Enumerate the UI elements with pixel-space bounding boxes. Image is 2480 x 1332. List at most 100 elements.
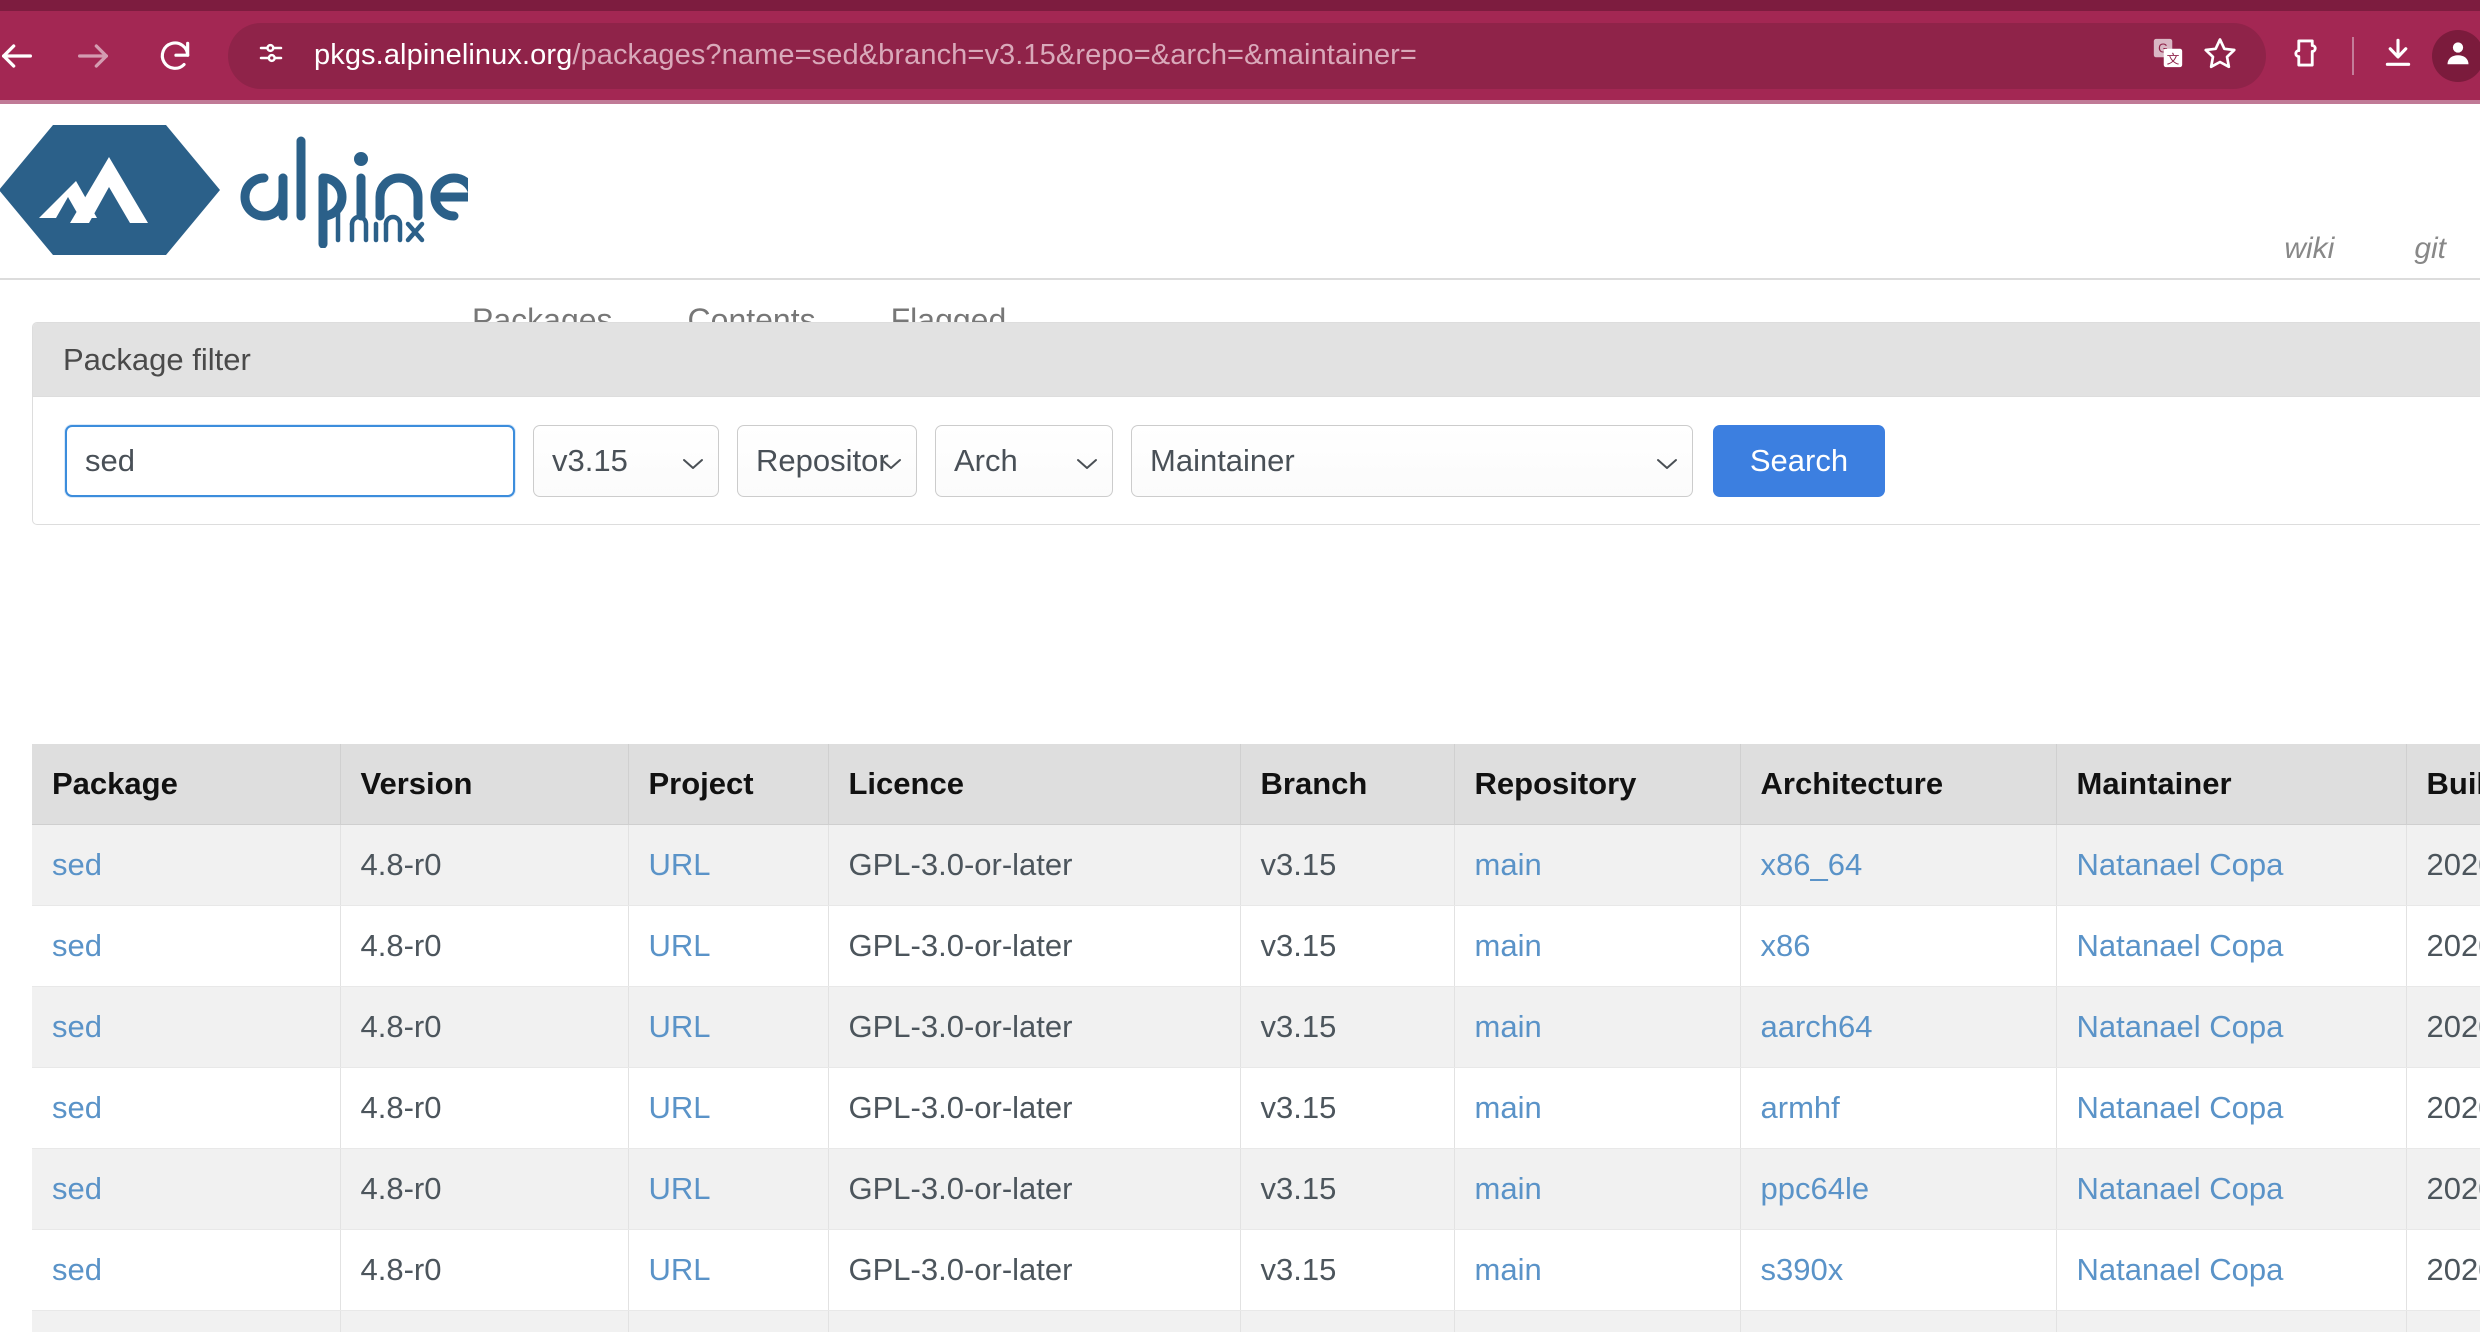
extensions-button[interactable] (2282, 30, 2334, 82)
cell-package-link[interactable]: sed (52, 1252, 102, 1287)
cell-architecture-link[interactable]: armhf (1761, 1090, 1840, 1125)
cell-architecture: aarch64 (1740, 986, 2057, 1068)
omnibox-path: /packages?name=sed&branch=v3.15&repo=&ar… (572, 39, 1417, 71)
utility-link-wiki[interactable]: wiki (2284, 232, 2334, 266)
cell-project: URL (628, 1067, 829, 1149)
cell-package-link[interactable]: sed (52, 1090, 102, 1125)
column-header-licence[interactable]: Licence (828, 744, 1241, 825)
cell-repository-link[interactable]: main (1475, 1090, 1542, 1125)
address-bar[interactable]: pkgs.alpinelinux.org/packages?name=sed&b… (228, 22, 2266, 89)
utility-link-git[interactable]: git (2414, 232, 2446, 266)
cell-architecture: x86 (1740, 905, 2057, 987)
cell-project-link[interactable]: URL (649, 847, 711, 882)
cell-package-link[interactable]: sed (52, 847, 102, 882)
cell-project-link[interactable]: URL (649, 1009, 711, 1044)
cell-branch: v3.15 (1240, 824, 1455, 906)
branch-select[interactable]: v3.15 (533, 424, 719, 497)
alpine-linux-logo[interactable] (0, 124, 478, 261)
column-header-maintainer[interactable]: Maintainer (2056, 744, 2407, 825)
table-row: sed4.8-r0URLGPL-3.0-or-laterv3.15mainarm… (32, 1310, 2480, 1332)
cell-repository-link[interactable]: main (1475, 1171, 1542, 1206)
reload-icon (156, 37, 194, 75)
package-filter-panel: Package filter v3.15 Repositor (32, 322, 2480, 525)
cell-maintainer-link[interactable]: Natanael Copa (2077, 1009, 2284, 1044)
column-header-branch[interactable]: Branch (1240, 744, 1455, 825)
cell-project-link[interactable]: URL (649, 1090, 711, 1125)
cell-maintainer-link[interactable]: Natanael Copa (2077, 1090, 2284, 1125)
cell-repository-link[interactable]: main (1475, 1009, 1542, 1044)
cell-architecture-link[interactable]: x86 (1761, 928, 1811, 963)
cell-maintainer-link[interactable]: Natanael Copa (2077, 928, 2284, 963)
cell-branch: v3.15 (1240, 986, 1455, 1068)
cell-project-link[interactable]: URL (649, 928, 711, 963)
cell-package: sed (32, 824, 341, 906)
column-header-build-date[interactable]: Build date (2406, 744, 2480, 825)
cell-architecture-link[interactable]: ppc64le (1761, 1171, 1870, 1206)
cell-project-link[interactable]: URL (649, 1171, 711, 1206)
cell-package-link[interactable]: sed (52, 1009, 102, 1044)
cell-package-link[interactable]: sed (52, 1171, 102, 1206)
site-settings-button[interactable] (244, 29, 298, 83)
profile-button[interactable] (2432, 29, 2480, 82)
back-arrow-icon (0, 36, 37, 76)
cell-branch: v3.15 (1240, 905, 1455, 987)
cell-maintainer: Natanael Copa (2056, 905, 2407, 987)
cell-architecture: ppc64le (1740, 1148, 2057, 1230)
cell-repository: main (1454, 1229, 1741, 1311)
bookmark-star-icon (2202, 35, 2238, 76)
column-header-package[interactable]: Package (32, 744, 341, 825)
cell-project-link[interactable]: URL (649, 1252, 711, 1287)
cell-package: sed (32, 1310, 341, 1332)
cell-architecture-link[interactable]: x86_64 (1761, 847, 1863, 882)
reload-button[interactable] (144, 25, 206, 87)
cell-maintainer-link[interactable]: Natanael Copa (2077, 847, 2284, 882)
cell-licence: GPL-3.0-or-later (828, 1067, 1241, 1149)
cell-package: sed (32, 1229, 341, 1311)
cell-package-link[interactable]: sed (52, 928, 102, 963)
arch-select[interactable]: Arch (935, 424, 1113, 497)
header-divider (0, 278, 2480, 280)
package-filter-header: Package filter (33, 323, 2480, 397)
cell-build-date: 2020-03-1 (2406, 1229, 2480, 1311)
cell-maintainer-link[interactable]: Natanael Copa (2077, 1252, 2284, 1287)
package-name-input[interactable] (65, 424, 515, 497)
cell-architecture-link[interactable]: aarch64 (1761, 1009, 1873, 1044)
forward-button[interactable] (62, 25, 124, 87)
cell-version: 4.8-r0 (340, 1310, 629, 1332)
downloads-button[interactable] (2372, 30, 2424, 82)
cell-package: sed (32, 986, 341, 1068)
bookmark-button[interactable] (2194, 30, 2246, 82)
column-header-architecture[interactable]: Architecture (1740, 744, 2057, 825)
back-button[interactable] (0, 25, 48, 87)
cell-repository-link[interactable]: main (1475, 928, 1542, 963)
cell-version: 4.8-r0 (340, 905, 629, 987)
cell-architecture: x86_64 (1740, 824, 2057, 906)
cell-maintainer: Natanael Copa (2056, 824, 2407, 906)
browser-chrome: pkgs.alpinelinux.org/packages?name=sed&b… (0, 0, 2480, 104)
column-header-project[interactable]: Project (628, 744, 829, 825)
column-header-repository[interactable]: Repository (1454, 744, 1741, 825)
table-row: sed 4.8-r0 URL GPL-3.0-or-later v3.15 main ppc… (32, 1148, 2480, 1230)
cell-build-date: 2020-03-1 (2406, 1310, 2480, 1332)
cell-repository-link[interactable]: main (1475, 1252, 1542, 1287)
column-header-version[interactable]: Version (340, 744, 629, 825)
browser-toolbar: pkgs.alpinelinux.org/packages?name=sed&b… (0, 11, 2480, 100)
cell-build-date: 2020-03-1 (2406, 1148, 2480, 1230)
maintainer-select[interactable]: Maintainer (1131, 424, 1693, 497)
table-header-row: Package Version Project Licence Branch R… (32, 744, 2480, 825)
search-button[interactable]: Search (1713, 424, 1885, 497)
chevron-down-icon (682, 443, 704, 479)
translate-button[interactable]: G 文 (2142, 30, 2194, 82)
package-filter-title: Package filter (63, 341, 251, 377)
cell-package: sed (32, 905, 341, 987)
forward-arrow-icon (73, 36, 113, 76)
download-icon (2381, 36, 2415, 75)
cell-branch: v3.15 (1240, 1229, 1455, 1311)
cell-package: sed (32, 1148, 341, 1230)
cell-repository-link[interactable]: main (1475, 847, 1542, 882)
omnibox-url-text[interactable]: pkgs.alpinelinux.org/packages?name=sed&b… (314, 39, 2142, 72)
repository-select[interactable]: Repositor (737, 424, 917, 497)
cell-maintainer-link[interactable]: Natanael Copa (2077, 1171, 2284, 1206)
cell-architecture-link[interactable]: s390x (1761, 1252, 1844, 1287)
cell-project: URL (628, 824, 829, 906)
